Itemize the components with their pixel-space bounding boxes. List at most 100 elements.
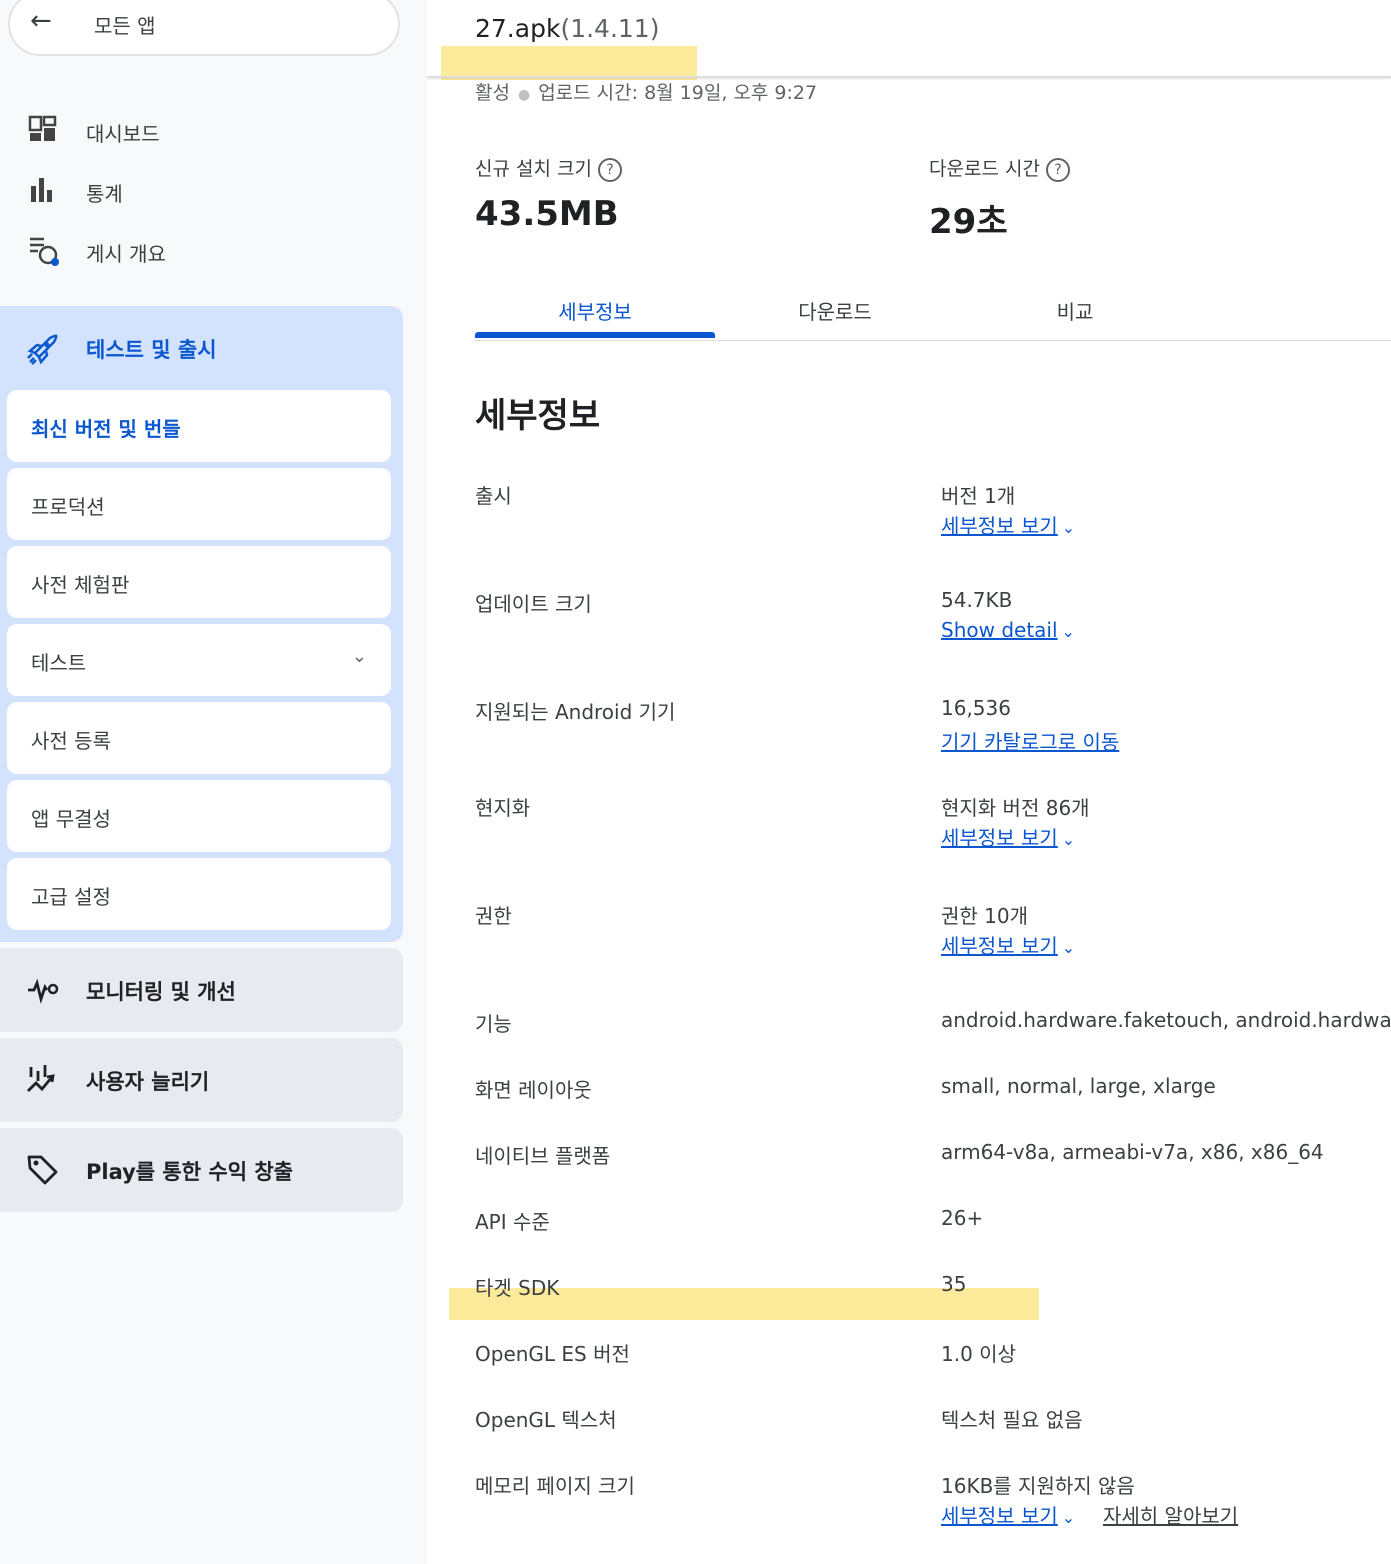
- sidebar-item-monetize[interactable]: Play를 통한 수익 창출: [0, 1128, 403, 1212]
- status-badge: 활성: [475, 82, 510, 104]
- learn-more-link[interactable]: 자세히 알아보기: [1103, 1500, 1238, 1529]
- chevron-down-icon: ⌄: [1061, 518, 1076, 537]
- detail-value: 35: [941, 1272, 967, 1296]
- back-arrow-icon: ←: [30, 6, 52, 36]
- tab-compare[interactable]: 비교: [955, 296, 1195, 325]
- metric-value: 29초: [929, 202, 1008, 242]
- upload-time: 업로드 시간: 8월 19일, 오후 9:27: [538, 82, 818, 104]
- rocket-icon: [27, 334, 58, 365]
- chevron-down-icon: ⌄: [1061, 938, 1076, 957]
- back-label: 모든 앱: [94, 14, 156, 38]
- sidebar-item-label: 최신 버전 및 번들: [31, 417, 181, 441]
- detail-value: arm64-v8a, armeabi-v7a, x86, x86_64: [941, 1140, 1324, 1164]
- chevron-down-icon: ⌄: [1061, 622, 1075, 641]
- sidebar-item-label: 테스트 및 출시: [86, 338, 217, 362]
- back-to-all-apps-button[interactable]: ← 모든 앱: [8, 0, 400, 56]
- separator-dot-icon: ●: [517, 87, 531, 103]
- chevron-down-icon: ⌄: [1061, 1508, 1076, 1527]
- metric-install-size: 신규 설치 크기? 43.5MB: [475, 154, 622, 234]
- sidebar-item-latest-releases[interactable]: 최신 버전 및 번들: [7, 390, 391, 462]
- detail-label: 기능: [475, 1012, 512, 1036]
- chevron-down-icon: ⌄: [351, 646, 367, 667]
- help-icon[interactable]: ?: [1045, 158, 1070, 182]
- sidebar-item-dashboard[interactable]: 대시보드: [0, 106, 427, 156]
- sidebar-item-label: 대시보드: [86, 122, 160, 146]
- help-icon[interactable]: ?: [597, 158, 622, 182]
- detail-value: android.hardware.faketouch, android.hard…: [941, 1008, 1391, 1032]
- detail-value: 16,536: [941, 696, 1011, 720]
- sidebar-item-statistics[interactable]: 통계: [0, 166, 427, 216]
- detail-value: 텍스처 필요 없음: [941, 1408, 1083, 1432]
- sidebar-item-label: Play를 통한 수익 창출: [86, 1160, 293, 1184]
- detail-label: 업데이트 크기: [475, 592, 592, 616]
- detail-label: OpenGL 텍스처: [475, 1408, 617, 1432]
- section-title: 세부정보: [475, 396, 601, 436]
- link-text: 세부정보 보기: [941, 514, 1058, 538]
- sidebar-item-pre-launch[interactable]: 사전 체험판: [7, 546, 391, 618]
- page-title: 27.apk(1.4.11): [475, 14, 659, 43]
- tab-downloads[interactable]: 다운로드: [715, 296, 955, 325]
- sidebar: ← 모든 앱 대시보드 통계 게시 개요 테스트 및 출시 최신 버전 및 번들…: [0, 0, 427, 1564]
- sidebar-item-advanced-settings[interactable]: 고급 설정: [7, 858, 391, 930]
- sidebar-item-production[interactable]: 프로덕션: [7, 468, 391, 540]
- tab-bar: 세부정보 다운로드 비교: [475, 290, 1391, 341]
- release-nav-group: 테스트 및 출시 최신 버전 및 번들 프로덕션 사전 체험판 테스트 ⌄ 사전…: [0, 306, 403, 942]
- status-line: 활성 ● 업로드 시간: 8월 19일, 오후 9:27: [475, 78, 817, 105]
- detail-value: 1.0 이상: [941, 1342, 1016, 1366]
- main-content: 27.apk(1.4.11) 활성 ● 업로드 시간: 8월 19일, 오후 9:2…: [427, 0, 1391, 1564]
- active-tab-indicator: [475, 332, 715, 338]
- sidebar-item-publishing-overview[interactable]: 게시 개요: [0, 226, 427, 276]
- dashboard-icon: [28, 115, 57, 141]
- detail-label: 출시: [475, 484, 512, 508]
- sidebar-item-label: 통계: [86, 182, 123, 206]
- detail-value: small, normal, large, xlarge: [941, 1074, 1216, 1098]
- detail-label: 타겟 SDK: [475, 1276, 560, 1300]
- detail-label: 메모리 페이지 크기: [475, 1474, 635, 1498]
- metric-label: 신규 설치 크기: [475, 158, 592, 180]
- sidebar-item-grow-users[interactable]: 사용자 늘리기: [0, 1038, 403, 1122]
- show-details-link[interactable]: 세부정보 보기 ⌄: [941, 930, 1075, 959]
- tab-details[interactable]: 세부정보: [475, 296, 715, 325]
- chevron-down-icon: ⌄: [1061, 830, 1076, 849]
- sidebar-item-label: 사전 체험판: [31, 573, 130, 597]
- detail-label: 네이티브 플랫폼: [475, 1144, 611, 1168]
- bar-chart-icon: [31, 178, 52, 202]
- apk-filename: 27.apk: [475, 14, 561, 43]
- sidebar-item-label: 프로덕션: [31, 495, 105, 519]
- detail-value: 현지화 버전 86개: [941, 796, 1090, 820]
- sidebar-item-testing[interactable]: 테스트 ⌄: [7, 624, 391, 696]
- sidebar-item-label: 사용자 늘리기: [86, 1070, 210, 1094]
- metric-value: 43.5MB: [475, 194, 619, 234]
- tag-icon: [27, 1155, 58, 1185]
- show-details-link[interactable]: 세부정보 보기 ⌄: [941, 822, 1075, 851]
- publishing-overview-icon: [30, 237, 59, 266]
- sidebar-item-label: 사전 등록: [31, 729, 111, 753]
- sidebar-item-label: 게시 개요: [86, 242, 166, 266]
- pulse-icon: [28, 978, 59, 1005]
- show-detail-link[interactable]: Show detail ⌄: [941, 618, 1075, 642]
- detail-label: API 수준: [475, 1210, 550, 1234]
- show-details-link[interactable]: 세부정보 보기 ⌄: [941, 510, 1075, 539]
- detail-value: 54.7KB: [941, 588, 1013, 612]
- sidebar-item-label: 테스트: [31, 651, 87, 675]
- detail-label: 지원되는 Android 기기: [475, 700, 676, 724]
- detail-label: 현지화: [475, 796, 531, 820]
- sidebar-item-test-and-release[interactable]: 테스트 및 출시: [0, 306, 403, 388]
- detail-label: 권한: [475, 904, 512, 928]
- metric-download-time: 다운로드 시간? 29초: [929, 154, 1070, 243]
- detail-value: 26+: [941, 1206, 984, 1230]
- show-details-link[interactable]: 세부정보 보기 ⌄: [941, 1500, 1075, 1529]
- sidebar-item-pre-registration[interactable]: 사전 등록: [7, 702, 391, 774]
- apk-version: (1.4.11): [560, 14, 660, 43]
- detail-value: 권한 10개: [941, 904, 1029, 928]
- sidebar-item-label: 모니터링 및 개선: [86, 980, 236, 1004]
- detail-value: 16KB를 지원하지 않음: [941, 1474, 1135, 1498]
- sidebar-item-monitor-improve[interactable]: 모니터링 및 개선: [0, 948, 403, 1032]
- sidebar-item-label: 앱 무결성: [31, 807, 111, 831]
- detail-label: 화면 레이아웃: [475, 1078, 592, 1102]
- link-text: 세부정보 보기: [941, 934, 1058, 958]
- sidebar-item-app-integrity[interactable]: 앱 무결성: [7, 780, 391, 852]
- detail-value: 버전 1개: [941, 484, 1016, 508]
- sidebar-item-label: 고급 설정: [31, 885, 111, 909]
- device-catalog-link[interactable]: 기기 카탈로그로 이동: [941, 726, 1119, 755]
